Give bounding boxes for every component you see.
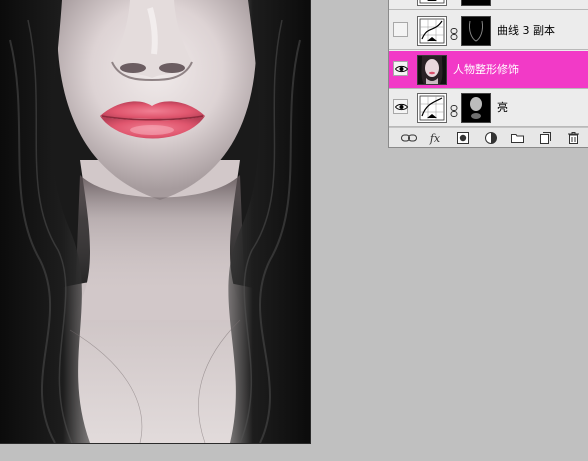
layer-name[interactable]: 曲线 3 副本 bbox=[497, 24, 555, 37]
layer-thumbnail bbox=[417, 55, 447, 85]
mask-thumbnail[interactable] bbox=[461, 93, 491, 123]
layers-panel: 曲线 3 副本 人物整形修饰 亮 fx bbox=[388, 0, 588, 148]
layer-row-portrait-retouch[interactable]: 人物整形修饰 bbox=[389, 51, 588, 89]
layer-name[interactable]: 亮 bbox=[497, 101, 508, 114]
eye-icon bbox=[395, 65, 408, 73]
curves-thumbnail-icon bbox=[417, 16, 447, 46]
chain-icon[interactable] bbox=[450, 102, 458, 117]
new-layer-icon[interactable] bbox=[535, 131, 555, 145]
trash-icon[interactable] bbox=[563, 131, 583, 145]
layer-row-curves-3-copy[interactable]: 曲线 3 副本 bbox=[389, 12, 588, 50]
curves-thumbnail-icon bbox=[417, 93, 447, 123]
document-canvas[interactable] bbox=[0, 0, 311, 444]
mask-thumbnail[interactable] bbox=[461, 16, 491, 46]
visibility-toggle[interactable] bbox=[393, 99, 408, 114]
visibility-toggle[interactable] bbox=[393, 61, 408, 76]
layer-style-icon[interactable]: fx bbox=[425, 131, 445, 145]
layer-row-curves-top[interactable] bbox=[389, 0, 588, 10]
visibility-toggle[interactable] bbox=[393, 22, 408, 37]
layer-name[interactable]: 人物整形修饰 bbox=[453, 63, 519, 76]
mask-thumbnail[interactable] bbox=[461, 0, 491, 6]
add-mask-icon[interactable] bbox=[453, 131, 473, 145]
adjustment-layer-icon[interactable] bbox=[481, 131, 501, 145]
portrait-photo bbox=[0, 0, 310, 443]
eye-icon bbox=[395, 103, 408, 111]
link-layers-icon[interactable] bbox=[399, 131, 419, 145]
new-group-icon[interactable] bbox=[507, 131, 527, 145]
chain-icon[interactable] bbox=[450, 25, 458, 40]
curves-thumbnail-icon bbox=[417, 0, 447, 6]
layers-panel-footer: fx bbox=[389, 127, 588, 147]
layer-row-bright[interactable]: 亮 bbox=[389, 89, 588, 127]
